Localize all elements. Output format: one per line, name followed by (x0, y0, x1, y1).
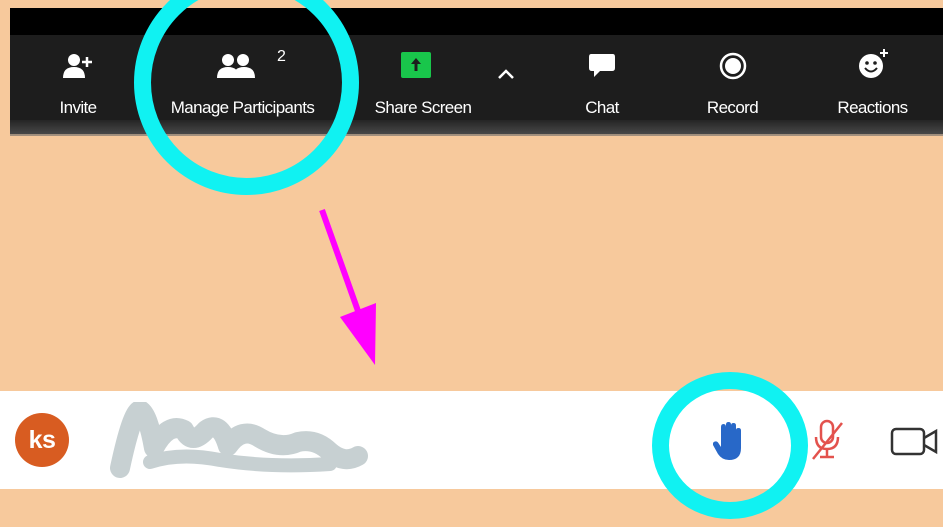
share-screen-button[interactable]: Share Screen (358, 44, 488, 128)
chat-button[interactable]: Chat (562, 44, 642, 128)
manage-participants-label: Manage Participants (170, 98, 315, 117)
record-button[interactable]: Record (690, 44, 775, 128)
toolbar-shadow (10, 120, 943, 136)
chat-icon (589, 54, 615, 77)
pointer-arrow-icon (319, 208, 376, 365)
reactions-icon (858, 49, 888, 78)
invite-icon (63, 54, 92, 78)
raised-hand-icon[interactable] (713, 421, 747, 463)
invite-label: Invite (59, 98, 97, 117)
muted-microphone-icon[interactable] (810, 417, 844, 467)
record-label: Record (706, 98, 759, 117)
invite-button[interactable]: Invite (43, 44, 113, 128)
share-screen-label: Share Screen (374, 98, 472, 117)
share-options-chevron-icon[interactable] (497, 68, 515, 80)
record-icon (719, 52, 746, 80)
chat-label: Chat (585, 98, 619, 117)
meeting-toolbar: Invite 2 Manage Participants Share Scree… (10, 8, 943, 134)
redacted-name-scribble (110, 402, 368, 478)
participants-icon (216, 54, 255, 78)
share-screen-icon (401, 52, 431, 78)
manage-participants-button[interactable]: 2 Manage Participants (145, 44, 340, 128)
participant-row: ks (0, 391, 943, 489)
avatar: ks (15, 413, 69, 467)
reactions-label: Reactions (837, 98, 908, 117)
video-camera-icon[interactable] (890, 427, 943, 457)
reactions-button[interactable]: Reactions (820, 44, 925, 128)
toolbar-top-strip (10, 8, 943, 35)
participant-count-badge: 2 (277, 48, 286, 65)
